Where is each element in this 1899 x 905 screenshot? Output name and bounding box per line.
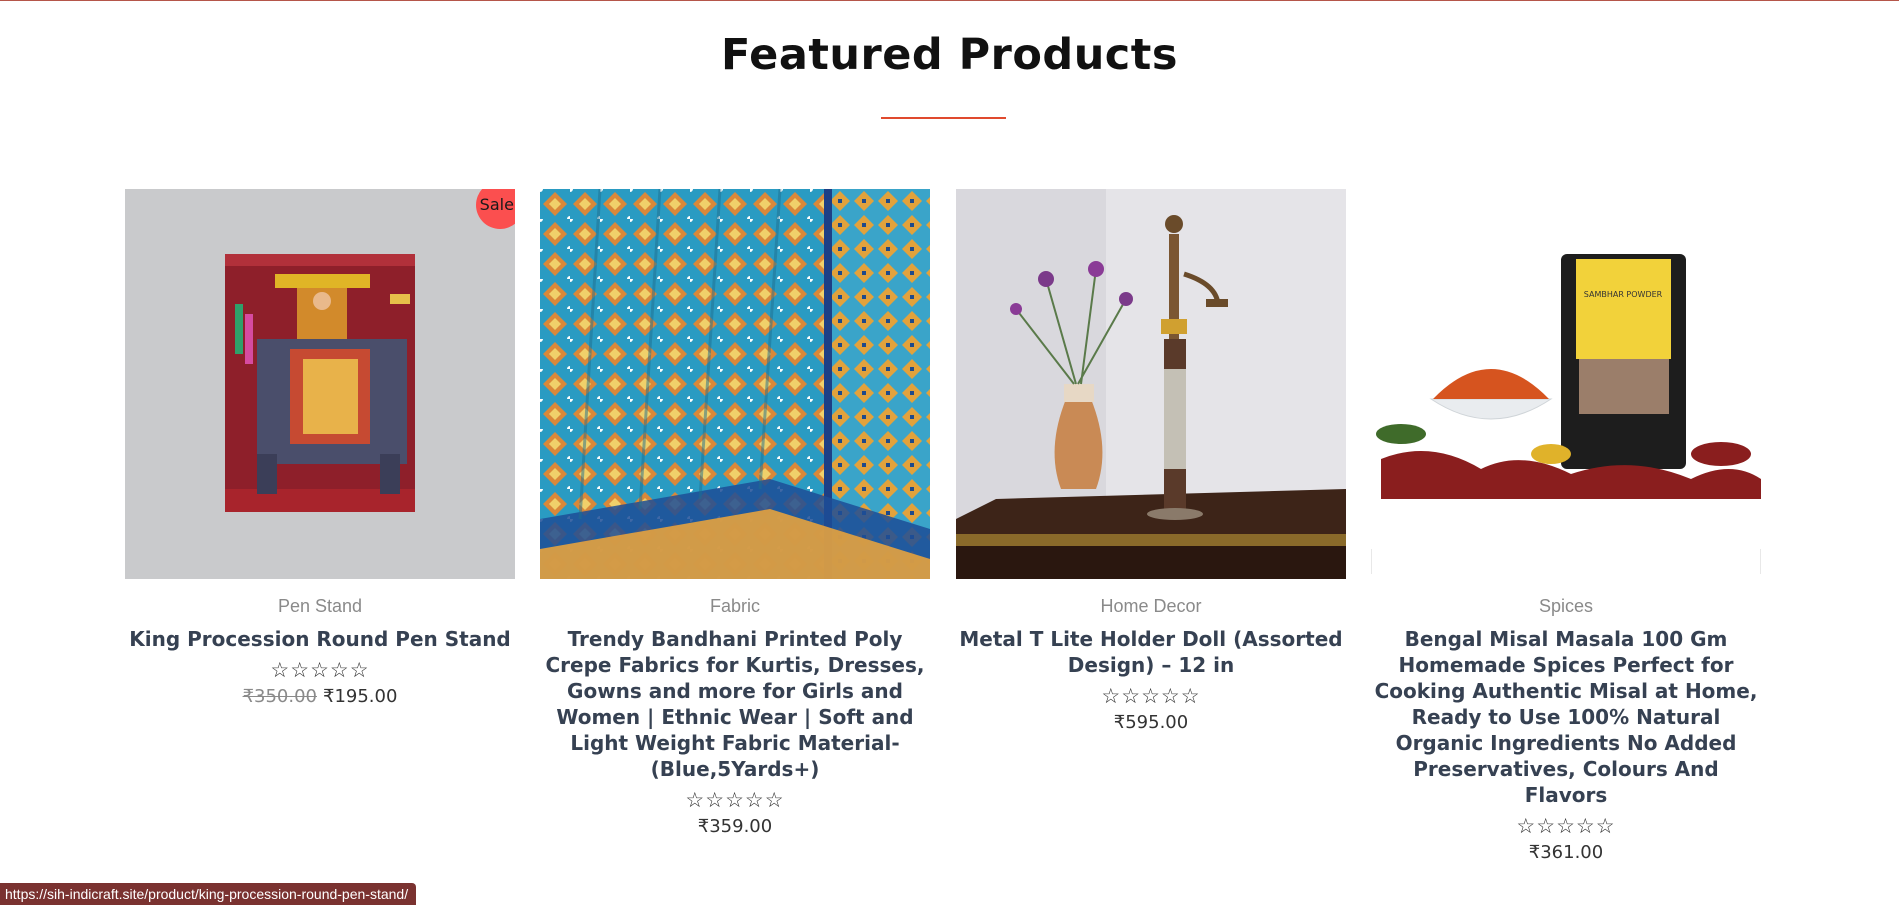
product-image-link[interactable] — [956, 189, 1346, 579]
product-category[interactable]: Home Decor — [1100, 596, 1201, 617]
product-card: Sale! Pen Stand King Procession Round Pe… — [125, 189, 515, 707]
rating-stars: ☆☆☆☆☆ — [270, 659, 370, 682]
spices-pack-label: SAMBHAR POWDER — [1584, 290, 1663, 299]
sale-price: ₹195.00 — [323, 686, 398, 707]
product-price: ₹359.00 — [697, 816, 773, 837]
rating-stars: ☆☆☆☆☆ — [1516, 815, 1616, 838]
product-image-link[interactable]: Sale! — [125, 189, 515, 579]
title-underline — [881, 117, 1006, 119]
product-card: Fabric Trendy Bandhani Printed Poly Crep… — [540, 189, 930, 837]
product-price: ₹350.00 ₹195.00 — [243, 686, 398, 707]
product-category[interactable]: Spices — [1539, 596, 1593, 617]
product-title[interactable]: King Procession Round Pen Stand — [127, 626, 513, 652]
top-divider-line — [0, 0, 1899, 1]
rating-stars: ☆☆☆☆☆ — [685, 789, 785, 812]
product-category[interactable]: Fabric — [710, 596, 760, 617]
tlite-holder-image — [956, 189, 1346, 579]
product-image-link[interactable]: SAMBHAR POWDER — [1371, 189, 1761, 579]
product-category[interactable]: Pen Stand — [278, 596, 362, 617]
product-price: ₹361.00 — [1528, 842, 1604, 863]
spices-image: SAMBHAR POWDER — [1371, 189, 1761, 579]
product-price: ₹595.00 — [1113, 712, 1189, 733]
section-title: Featured Products — [721, 30, 1178, 80]
old-price: ₹350.00 — [242, 686, 317, 707]
product-title[interactable]: Metal T Lite Holder Doll (Assorted Desig… — [956, 626, 1346, 678]
product-title[interactable]: Trendy Bandhani Printed Poly Crepe Fabri… — [540, 626, 930, 782]
product-card: Home Decor Metal T Lite Holder Doll (Ass… — [956, 189, 1346, 733]
product-card: SAMBHAR POWDER Spices Bengal Misal Masal… — [1371, 189, 1761, 863]
rating-stars: ☆☆☆☆☆ — [1101, 685, 1201, 708]
product-image-link[interactable] — [540, 189, 930, 579]
pen-stand-image — [125, 189, 515, 579]
link-status-bar: https://sih-indicraft.site/product/king-… — [0, 883, 417, 905]
product-title[interactable]: Bengal Misal Masala 100 Gm Homemade Spic… — [1371, 626, 1761, 808]
fabric-image — [540, 189, 930, 579]
